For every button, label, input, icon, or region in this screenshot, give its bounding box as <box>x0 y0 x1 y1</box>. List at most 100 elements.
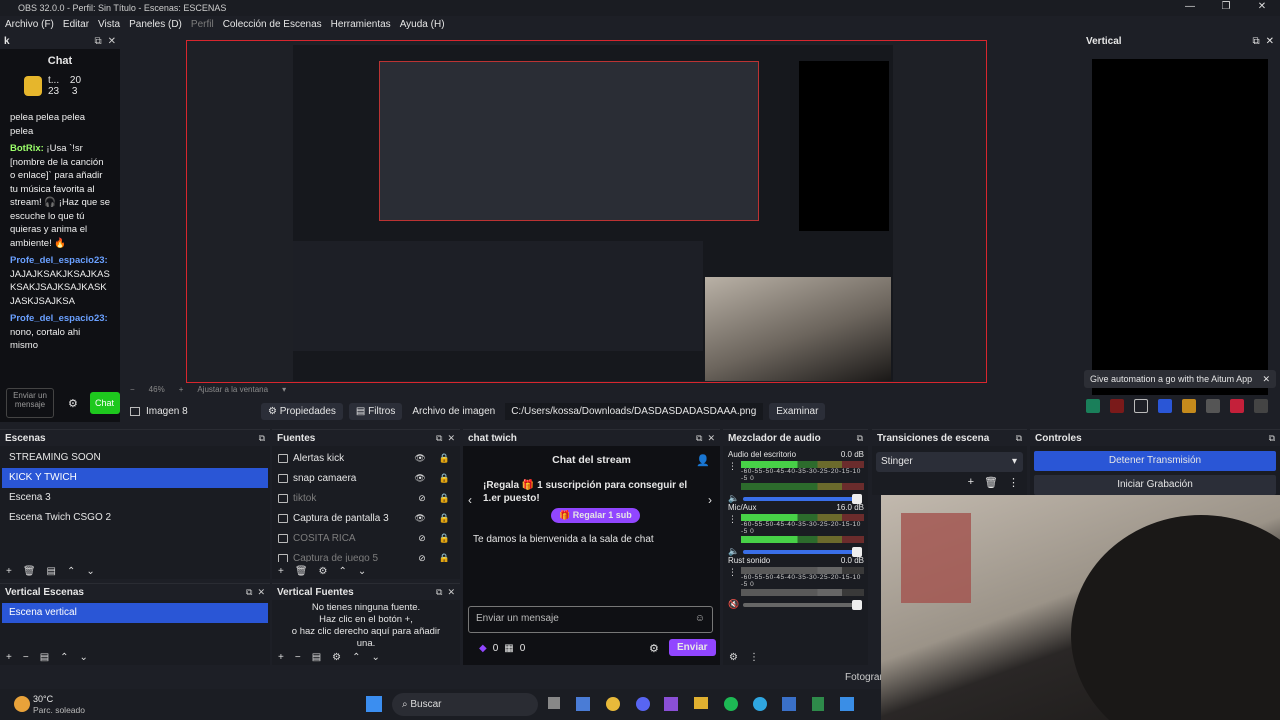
app-icon[interactable] <box>664 697 678 711</box>
filter-icon[interactable]: ▤ <box>312 652 321 663</box>
close-icon[interactable]: ✕ <box>707 433 715 444</box>
lock-icon[interactable]: 🔒 <box>439 493 450 504</box>
gift-sub-button[interactable]: 🎁 Regalar 1 sub <box>551 508 640 523</box>
float-icon[interactable]: ⧉ <box>1016 433 1022 444</box>
filters-button[interactable]: ▤ Filtros <box>348 402 403 420</box>
spotify-icon[interactable] <box>724 697 738 711</box>
source-item[interactable]: snap camaera 👁 🔒 <box>272 468 460 488</box>
float-icon[interactable]: ⧉ <box>1252 36 1259 47</box>
remove-icon[interactable]: − <box>295 652 301 663</box>
chat-send-button[interactable]: Chat <box>90 392 120 414</box>
up-icon[interactable]: ⌃ <box>339 566 347 577</box>
close-icon[interactable]: ✕ <box>257 587 265 598</box>
replay-icon[interactable] <box>1158 399 1172 413</box>
stream-icon[interactable] <box>1086 399 1100 413</box>
gear-icon[interactable]: ⚙ <box>319 566 328 577</box>
menu-archivo[interactable]: Archivo (F) <box>5 19 54 30</box>
add-icon[interactable]: + <box>6 652 12 663</box>
source-item[interactable]: Captura de juego 5 ⊘ 🔒 <box>272 548 460 562</box>
add-icon[interactable]: + <box>278 566 284 577</box>
add-icon[interactable]: + <box>968 476 974 489</box>
eye-icon[interactable]: 👁 <box>414 453 425 464</box>
muted-speaker-icon[interactable]: 🔇 <box>728 599 739 610</box>
scene-item[interactable]: STREAMING SOON <box>2 448 268 468</box>
chevron-right-icon[interactable]: › <box>708 493 712 507</box>
heart-icon[interactable] <box>1230 399 1244 413</box>
eye-off-icon[interactable]: ⊘ <box>418 533 426 544</box>
volume-slider[interactable] <box>743 493 862 504</box>
start-recording-button[interactable]: Iniciar Grabación <box>1034 475 1276 495</box>
gear-icon[interactable]: ⚙ <box>332 652 341 663</box>
gear-icon[interactable] <box>1206 399 1220 413</box>
twitch-chat-input[interactable]: Enviar un mensaje ☺ <box>468 606 713 633</box>
filter-icon[interactable]: ▤ <box>40 652 49 663</box>
float-icon[interactable]: ⧉ <box>1269 433 1275 444</box>
float-icon[interactable]: ⧉ <box>436 433 442 444</box>
chevron-down-icon[interactable]: ▾ <box>1012 452 1017 472</box>
menu-editar[interactable]: Editar <box>63 19 89 30</box>
transition-select[interactable]: Stinger ▾ <box>876 452 1023 472</box>
menu-dots-icon[interactable]: ⋮ <box>749 652 759 663</box>
scene-item[interactable]: Escena 3 <box>2 488 268 508</box>
float-icon[interactable]: ⧉ <box>246 587 252 598</box>
down-icon[interactable]: ⌄ <box>358 566 366 577</box>
up-icon[interactable]: ⌃ <box>67 566 75 577</box>
close-icon[interactable]: ✕ <box>1266 36 1274 47</box>
maximize-icon[interactable]: ❐ <box>1208 0 1244 14</box>
scene-item[interactable]: Escena Twich CSGO 2 <box>2 508 268 528</box>
trash-icon[interactable]: 🗑 <box>23 566 36 577</box>
close-icon[interactable]: ✕ <box>108 36 116 47</box>
properties-button[interactable]: ⚙ Propiedades <box>261 402 343 420</box>
close-icon[interactable]: ✕ <box>1244 0 1280 14</box>
vertical-scene-item[interactable]: Escena vertical <box>2 603 268 623</box>
down-icon[interactable]: ⌄ <box>86 566 94 577</box>
zoom-fit[interactable]: Ajustar a la ventana <box>197 385 268 394</box>
folder-icon[interactable] <box>694 697 708 709</box>
scene-item[interactable]: KICK Y TWICH <box>2 468 268 488</box>
path-field[interactable]: C:/Users/kossa/Downloads/DASDASDADASDAAA… <box>505 402 764 420</box>
arrows-icon[interactable] <box>1254 399 1268 413</box>
float-icon[interactable]: ⧉ <box>436 587 442 598</box>
stop-icon[interactable] <box>1134 399 1148 413</box>
gear-icon[interactable]: ⚙ <box>68 397 78 410</box>
trash-icon[interactable]: 🗑 <box>295 566 308 577</box>
lock-icon[interactable]: 🔒 <box>439 473 450 484</box>
emote-icon[interactable]: ☺ <box>695 613 705 624</box>
edge-icon[interactable] <box>753 697 767 711</box>
close-icon[interactable]: ✕ <box>447 587 455 598</box>
chrome-icon[interactable] <box>606 697 620 711</box>
menu-paneles[interactable]: Paneles (D) <box>129 19 182 30</box>
float-icon[interactable]: ⧉ <box>857 433 863 444</box>
source-item[interactable]: tiktok ⊘ 🔒 <box>272 488 460 508</box>
folder-icon[interactable] <box>1182 399 1196 413</box>
twitch-send-button[interactable]: Enviar <box>669 639 716 656</box>
volume-slider[interactable] <box>743 546 862 557</box>
gear-icon[interactable]: ⚙ <box>649 642 659 655</box>
menu-dots-icon[interactable]: ⋮ <box>1008 476 1019 489</box>
add-icon[interactable]: + <box>278 652 284 663</box>
app-icon[interactable] <box>548 697 560 709</box>
lock-icon[interactable]: 🔒 <box>439 553 450 563</box>
float-icon[interactable]: ⧉ <box>259 433 265 444</box>
source-item[interactable]: COSITA RICA ⊘ 🔒 <box>272 528 460 548</box>
close-icon[interactable]: ✕ <box>1262 374 1270 385</box>
float-icon[interactable]: ⧉ <box>696 433 702 444</box>
source-item[interactable]: Alertas kick 👁 🔒 <box>272 448 460 468</box>
source-item[interactable]: Captura de pantalla 3 👁 🔒 <box>272 508 460 528</box>
app-icon[interactable] <box>782 697 796 711</box>
chevron-left-icon[interactable]: ‹ <box>468 493 472 507</box>
down-icon[interactable]: ⌄ <box>372 652 380 663</box>
lock-icon[interactable]: 🔒 <box>439 533 450 544</box>
discord-icon[interactable] <box>636 697 650 711</box>
windows-start-icon[interactable] <box>366 696 382 712</box>
remove-icon[interactable]: − <box>23 652 29 663</box>
menu-dots-icon[interactable]: ⋮ <box>728 461 737 490</box>
preview-canvas[interactable] <box>186 40 987 383</box>
trash-icon[interactable]: 🗑 <box>984 476 998 489</box>
record-icon[interactable] <box>1110 399 1124 413</box>
app-icon[interactable] <box>812 697 824 711</box>
menu-dots-icon[interactable]: ⋮ <box>728 514 737 543</box>
eye-icon[interactable]: 👁 <box>414 473 425 484</box>
menu-dots-icon[interactable]: ⋮ <box>728 567 737 596</box>
close-icon[interactable]: ✕ <box>447 433 455 444</box>
